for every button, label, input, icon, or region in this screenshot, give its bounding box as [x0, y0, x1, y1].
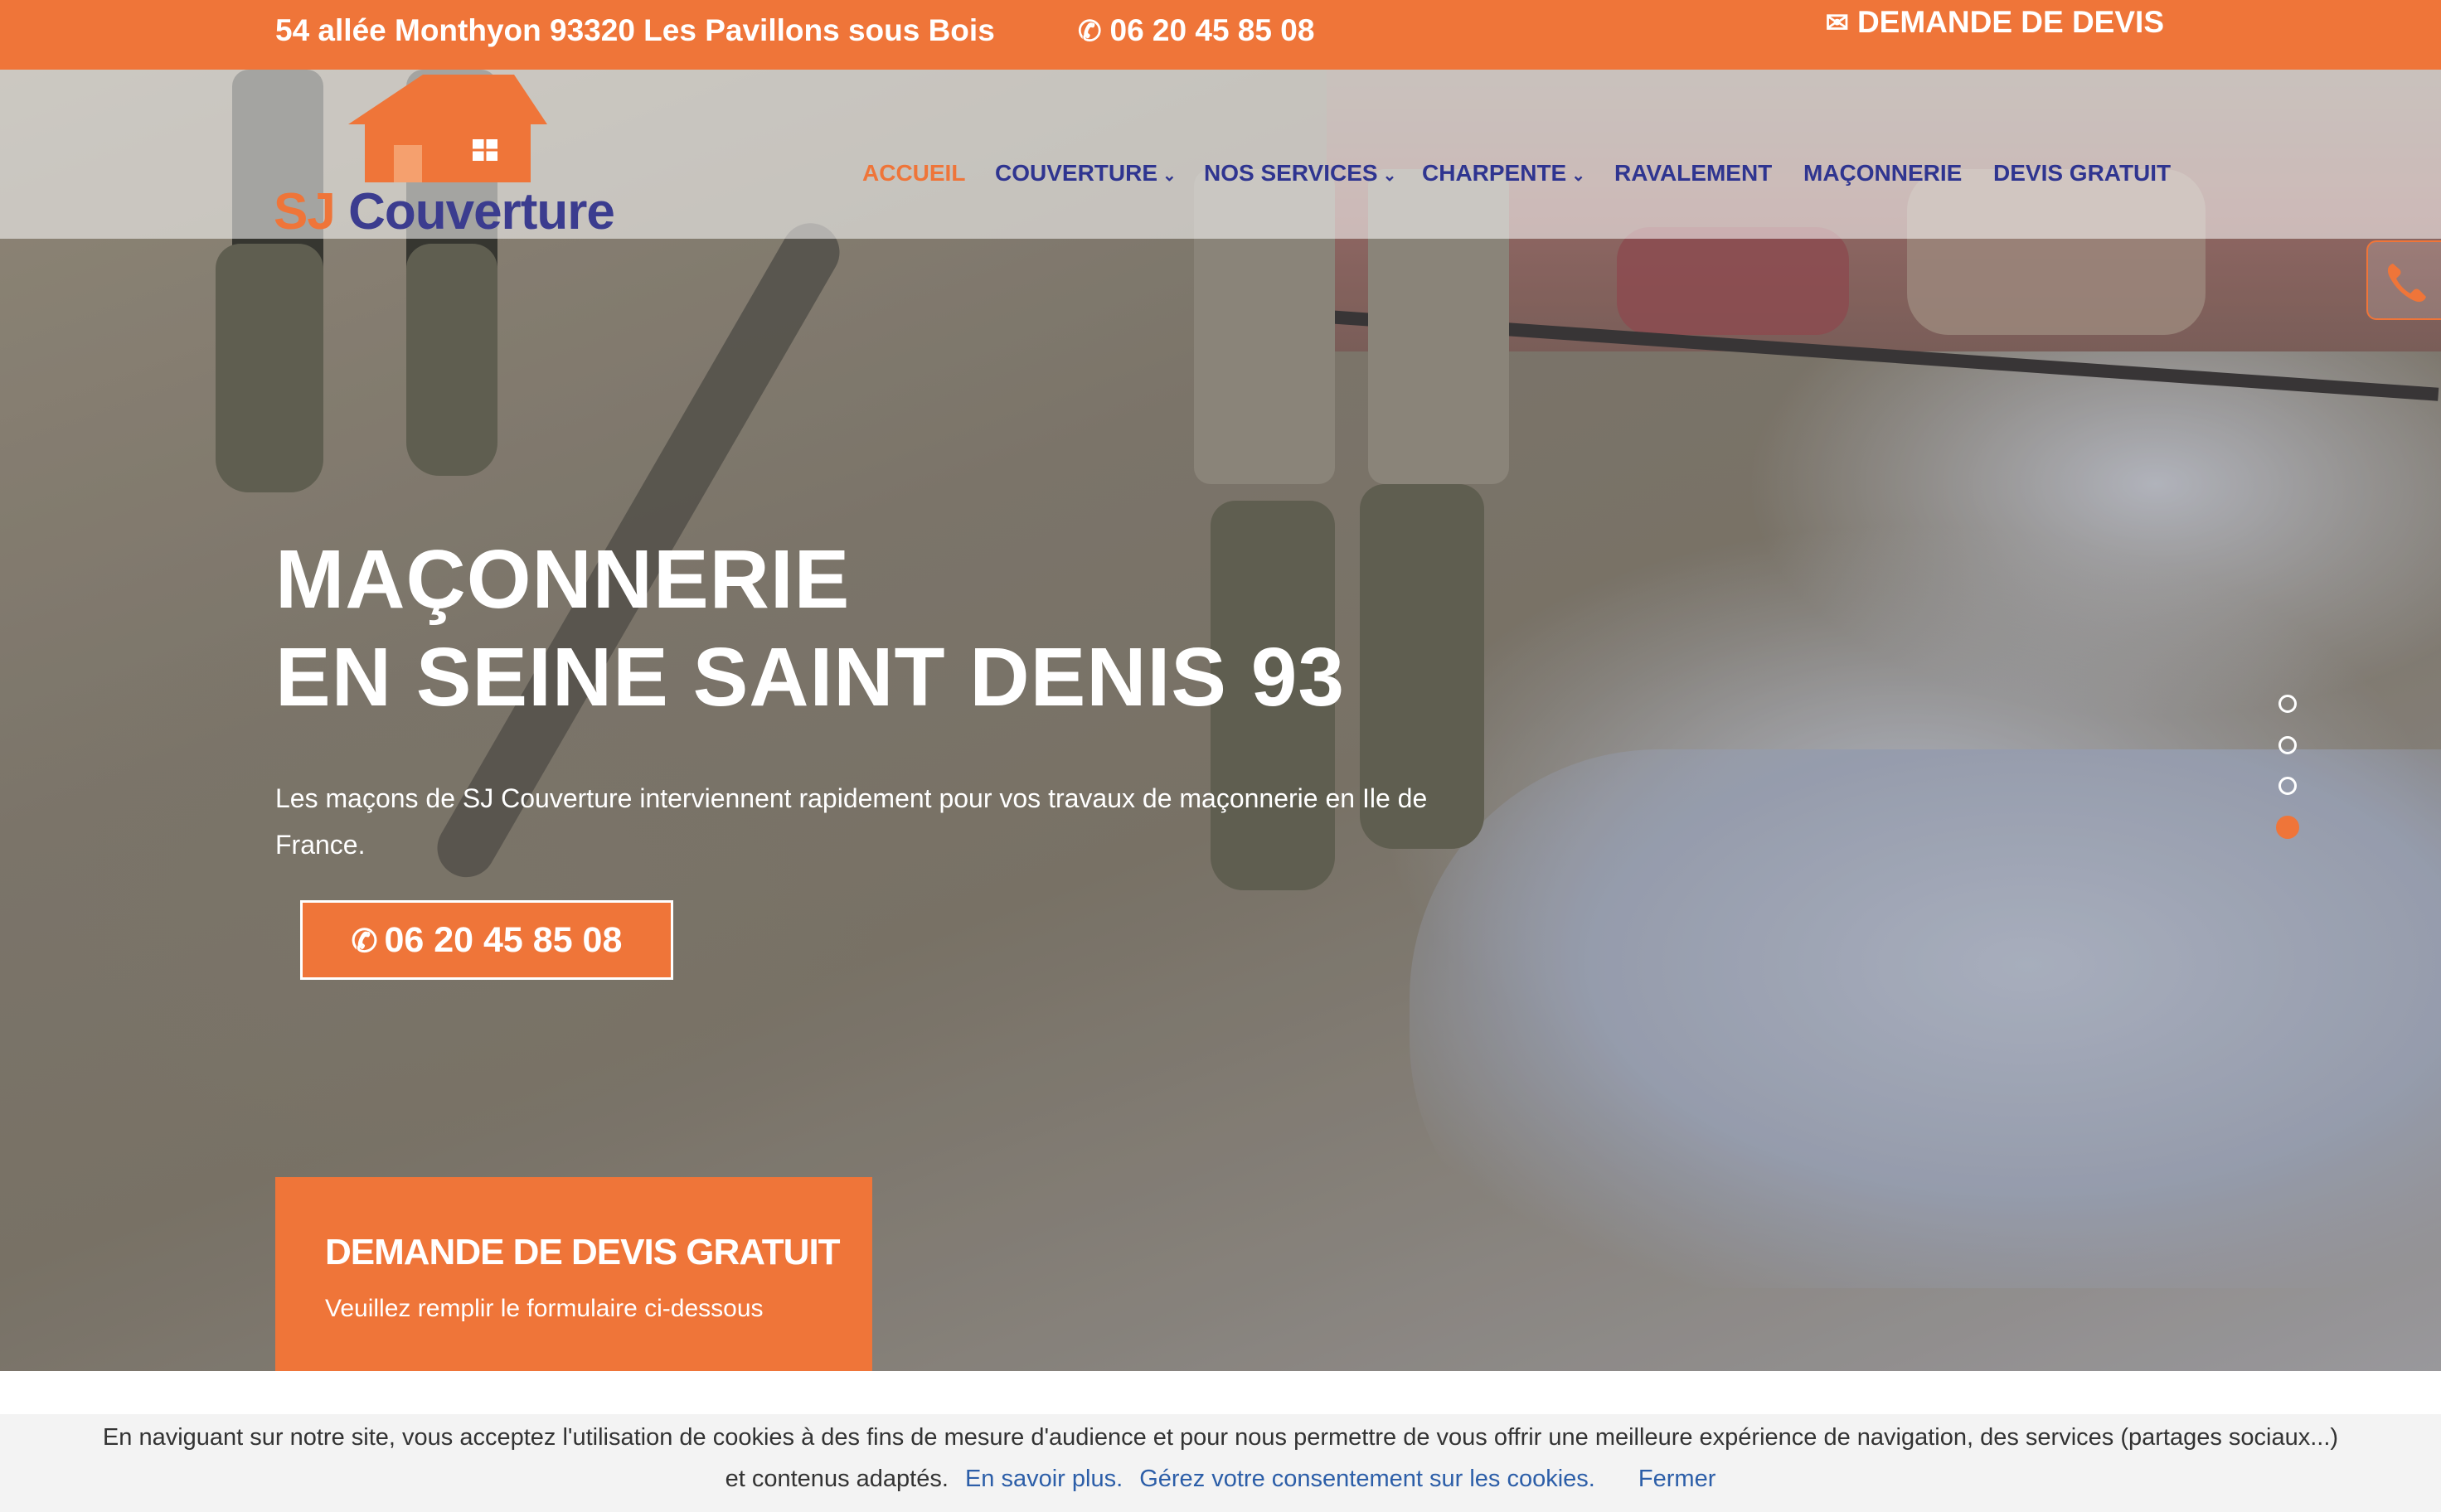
- quote-title: DEMANDE DE DEVIS GRATUIT: [325, 1232, 841, 1272]
- nav-label: ACCUEIL: [862, 160, 966, 186]
- cookie-manage-link[interactable]: Gérez votre consentement sur les cookies…: [1139, 1466, 1595, 1492]
- hero-subtitle: Les maçons de SJ Couverture interviennen…: [275, 783, 1428, 860]
- slider-dot-active[interactable]: [2276, 816, 2299, 839]
- slider-dots: [2276, 695, 2299, 844]
- nav-item-charpente[interactable]: CHARPENTE ⌄: [1422, 160, 1585, 187]
- quote-request-box: DEMANDE DE DEVIS GRATUIT Veuillez rempli…: [275, 1177, 872, 1393]
- slider-dot[interactable]: [2278, 736, 2297, 754]
- nav-label: CHARPENTE: [1422, 160, 1567, 186]
- nav-label: MAÇONNERIE: [1803, 160, 1963, 186]
- nav-item-devis-gratuit[interactable]: DEVIS GRATUIT: [1993, 160, 2171, 187]
- logo-couverture: Couverture: [348, 183, 615, 240]
- topbar-phone-number: 06 20 45 85 08: [1109, 13, 1315, 47]
- cookie-text-line1: En naviguant sur notre site, vous accept…: [102, 1424, 2339, 1451]
- cookie-text-line2: et contenus adaptés. En savoir plus. Gér…: [0, 1466, 2441, 1493]
- site-logo[interactable]: SJ Couverture: [274, 75, 638, 240]
- topbar-devis-label: DEMANDE DE DEVIS: [1856, 5, 2164, 39]
- hero-title-line2: EN SEINE SAINT DENIS 93: [275, 631, 1345, 724]
- slider-dot[interactable]: [2278, 777, 2297, 795]
- quote-form-area: [275, 1371, 872, 1421]
- floating-call-button[interactable]: [2366, 240, 2441, 320]
- hero-call-number: 06 20 45 85 08: [384, 920, 623, 960]
- main-navigation: ACCUEIL COUVERTURE ⌄ NOS SERVICES ⌄ CHARPE…: [862, 160, 2171, 193]
- phone-icon: [2387, 264, 2426, 303]
- nav-label: NOS SERVICES: [1204, 160, 1378, 186]
- logo-sj: SJ: [274, 183, 336, 240]
- cookie-close-button[interactable]: Fermer: [1638, 1466, 1715, 1492]
- chevron-down-icon: ⌄: [1162, 167, 1177, 185]
- nav-item-maconnerie[interactable]: MAÇONNERIE: [1803, 160, 1962, 187]
- logo-text: SJ Couverture: [274, 182, 615, 241]
- cookie-learn-more-link[interactable]: En savoir plus.: [965, 1466, 1123, 1492]
- nav-item-couverture[interactable]: COUVERTURE ⌄: [995, 160, 1177, 187]
- hero-call-button[interactable]: ✆ 06 20 45 85 08: [300, 900, 673, 980]
- nav-item-ravalement[interactable]: RAVALEMENT: [1614, 160, 1772, 187]
- top-bar: 54 allée Monthyon 93320 Les Pavillons so…: [0, 0, 2441, 70]
- house-logo-icon: [348, 75, 547, 182]
- nav-item-nos-services[interactable]: NOS SERVICES ⌄: [1204, 160, 1396, 187]
- address-text: 54 allée Monthyon 93320 Les Pavillons so…: [275, 13, 995, 47]
- chevron-down-icon: ⌄: [1571, 167, 1585, 185]
- slider-dot[interactable]: [2278, 695, 2297, 713]
- cookie-banner: En naviguant sur notre site, vous accept…: [0, 1414, 2441, 1512]
- quote-subtitle: Veuillez remplir le formulaire ci-dessou…: [325, 1295, 764, 1322]
- hero-title: MAÇONNERIE EN SEINE SAINT DENIS 93: [275, 531, 1345, 726]
- envelope-icon: ✉: [1825, 7, 1849, 39]
- nav-item-accueil[interactable]: ACCUEIL: [862, 160, 965, 187]
- topbar-devis-link[interactable]: ✉ DEMANDE DE DEVIS: [1825, 5, 2164, 40]
- phone-icon: ✆: [1078, 16, 1102, 47]
- phone-icon: ✆: [351, 924, 378, 959]
- nav-label: COUVERTURE: [995, 160, 1158, 186]
- topbar-phone-link[interactable]: ✆ 06 20 45 85 08: [1078, 13, 1314, 48]
- hero-title-line1: MAÇONNERIE: [275, 533, 851, 626]
- nav-label: RAVALEMENT: [1614, 160, 1773, 186]
- nav-label: DEVIS GRATUIT: [1993, 160, 2172, 186]
- chevron-down-icon: ⌄: [1382, 167, 1397, 185]
- cookie-text: et contenus adaptés.: [725, 1466, 949, 1492]
